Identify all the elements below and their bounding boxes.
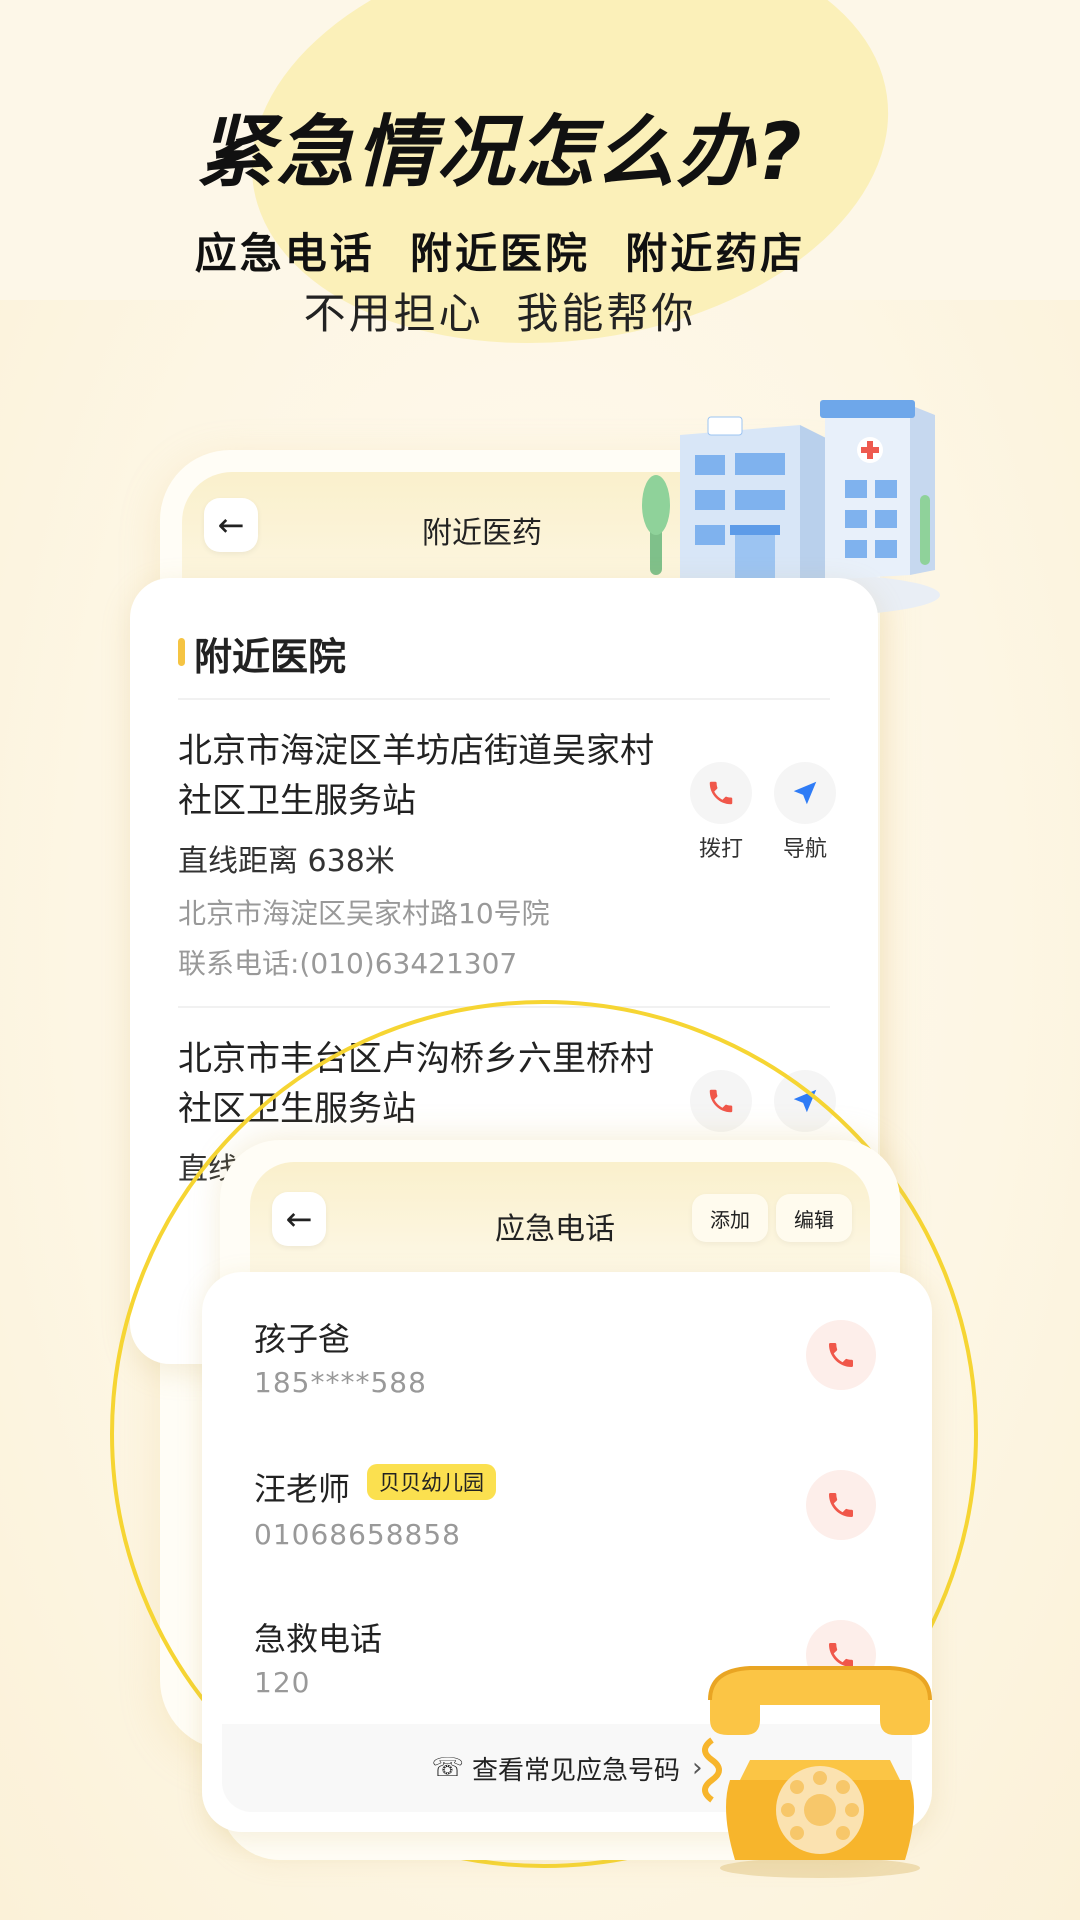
contact-tag-badge: 贝贝幼儿园 bbox=[367, 1464, 496, 1500]
contact-name: 汪老师 bbox=[254, 1470, 351, 1508]
contact-number: 01068658858 bbox=[254, 1518, 461, 1551]
call-hospital-button[interactable] bbox=[690, 762, 752, 824]
phone-icon bbox=[829, 1493, 853, 1517]
medicine-page-title: 附近医药 bbox=[422, 516, 542, 551]
navigate-label: 导航 bbox=[782, 837, 827, 862]
arrow-left-icon: ← bbox=[217, 506, 245, 544]
call-hospital-button[interactable] bbox=[690, 1070, 752, 1132]
navigate-hospital-button[interactable] bbox=[774, 1070, 836, 1132]
call-label: 拨打 bbox=[698, 837, 743, 862]
contact-number: 185****588 bbox=[254, 1366, 427, 1399]
hospital-distance: 直线距离 638米 bbox=[178, 844, 395, 879]
telephone-icon: ☏ bbox=[431, 1753, 465, 1783]
navigation-arrow-icon bbox=[793, 781, 817, 805]
call-contact-button[interactable] bbox=[806, 1320, 876, 1390]
back-button[interactable]: ← bbox=[272, 1192, 326, 1246]
hospital-phone: 联系电话:(010)63421307 bbox=[178, 947, 518, 980]
promo-headline: 紧急情况怎么办? bbox=[196, 108, 804, 198]
hospital-name[interactable]: 北京市丰台区卢沟桥乡六里桥村社区卫生服务站 bbox=[178, 1034, 678, 1134]
emergency-topbar: ← 应急电话 添加 编辑 bbox=[250, 1162, 870, 1282]
hospital-name[interactable]: 北京市海淀区羊坊店街道吴家村社区卫生服务站 bbox=[178, 726, 678, 826]
section-title: 附近医院 bbox=[194, 635, 347, 679]
hospital-address: 北京市海淀区吴家村路10号院 bbox=[178, 897, 550, 930]
contact-name: 孩子爸 bbox=[254, 1320, 351, 1358]
retro-telephone-illustration-icon bbox=[702, 1666, 932, 1878]
navigation-arrow-icon bbox=[793, 1089, 817, 1113]
common-numbers-label: 查看常见应急号码 bbox=[472, 1755, 681, 1786]
back-button[interactable]: ← bbox=[204, 498, 258, 552]
arrow-left-icon: ← bbox=[285, 1200, 313, 1238]
section-accent-bar bbox=[178, 638, 185, 666]
promo-subtitle-features: 应急电话 附近医院 附近药店 bbox=[194, 229, 806, 278]
phone-icon bbox=[829, 1343, 853, 1367]
add-contact-button[interactable]: 添加 bbox=[692, 1194, 768, 1242]
promo-subtitle-reassure: 不用担心 我能帮你 bbox=[303, 289, 697, 338]
phone-icon bbox=[709, 781, 733, 805]
edit-contacts-button[interactable]: 编辑 bbox=[776, 1194, 852, 1242]
emergency-page-title: 应急电话 bbox=[495, 1212, 615, 1247]
divider bbox=[178, 698, 830, 700]
navigate-hospital-button[interactable] bbox=[774, 762, 836, 824]
phone-icon bbox=[709, 1089, 733, 1113]
contact-name: 急救电话 bbox=[254, 1620, 383, 1658]
call-contact-button[interactable] bbox=[806, 1470, 876, 1540]
contact-number: 120 bbox=[254, 1666, 311, 1699]
divider bbox=[178, 1006, 830, 1008]
